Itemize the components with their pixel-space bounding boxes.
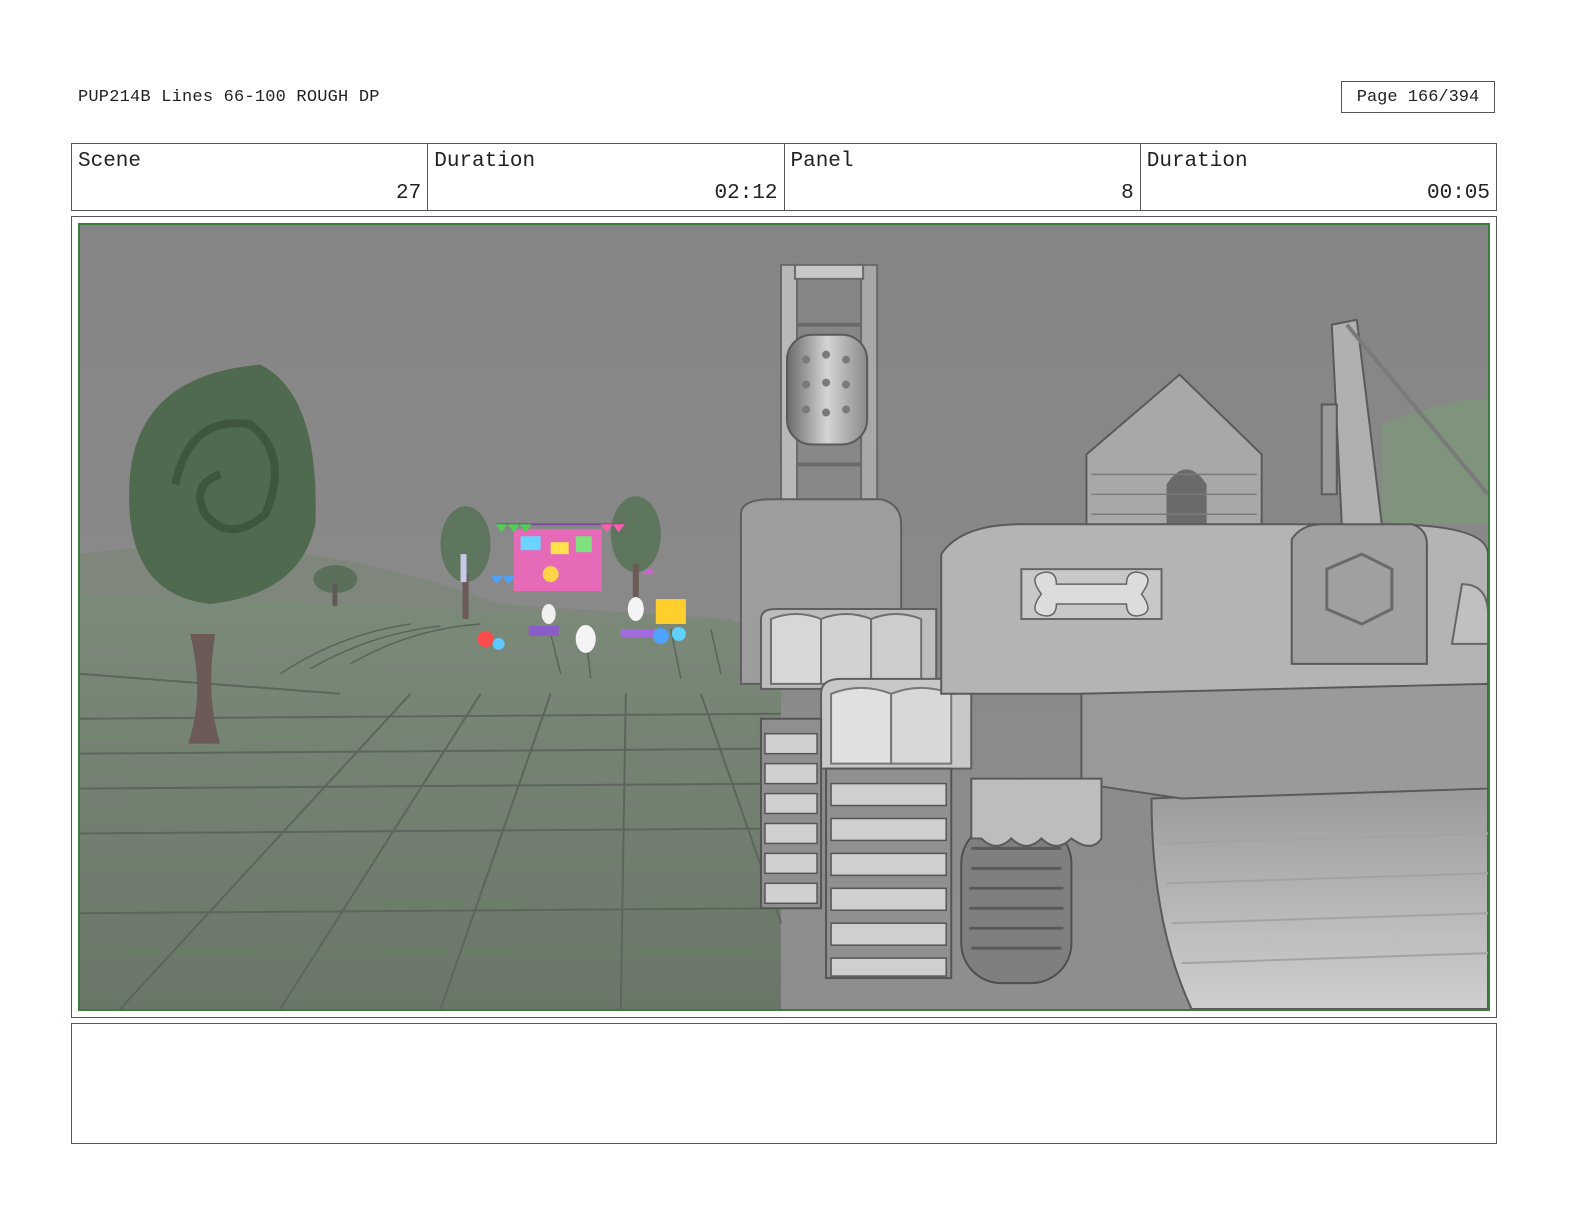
scene-duration-value: 02:12 bbox=[714, 182, 778, 205]
panel-info-row: Scene 27 Duration 02:12 Panel 8 Duration… bbox=[71, 143, 1497, 211]
panel-value: 8 bbox=[1121, 182, 1134, 205]
scene-cell: Scene 27 bbox=[72, 144, 429, 210]
truck-body bbox=[940, 523, 1488, 695]
scene-duration-label: Duration bbox=[434, 150, 536, 173]
storyboard-frame bbox=[71, 216, 1497, 1018]
panel-duration-label: Duration bbox=[1146, 150, 1248, 173]
scene-duration-cell: Duration 02:12 bbox=[428, 144, 785, 210]
panel-label: Panel bbox=[790, 150, 854, 173]
page-number-box: Page 166/394 bbox=[1341, 81, 1495, 113]
storyboard-image bbox=[78, 223, 1490, 1011]
panel-duration-value: 00:05 bbox=[1426, 182, 1490, 205]
dialogue-notes-box bbox=[71, 1023, 1497, 1144]
scene-value: 27 bbox=[396, 182, 422, 205]
front-tire bbox=[960, 822, 1073, 985]
panel-duration-cell: Duration 00:05 bbox=[1141, 144, 1496, 210]
document-title: PUP214B Lines 66-100 ROUGH DP bbox=[78, 88, 380, 107]
panel-cell: Panel 8 bbox=[785, 144, 1141, 210]
scene-label: Scene bbox=[78, 150, 142, 173]
scene-illustration bbox=[80, 225, 1488, 1009]
